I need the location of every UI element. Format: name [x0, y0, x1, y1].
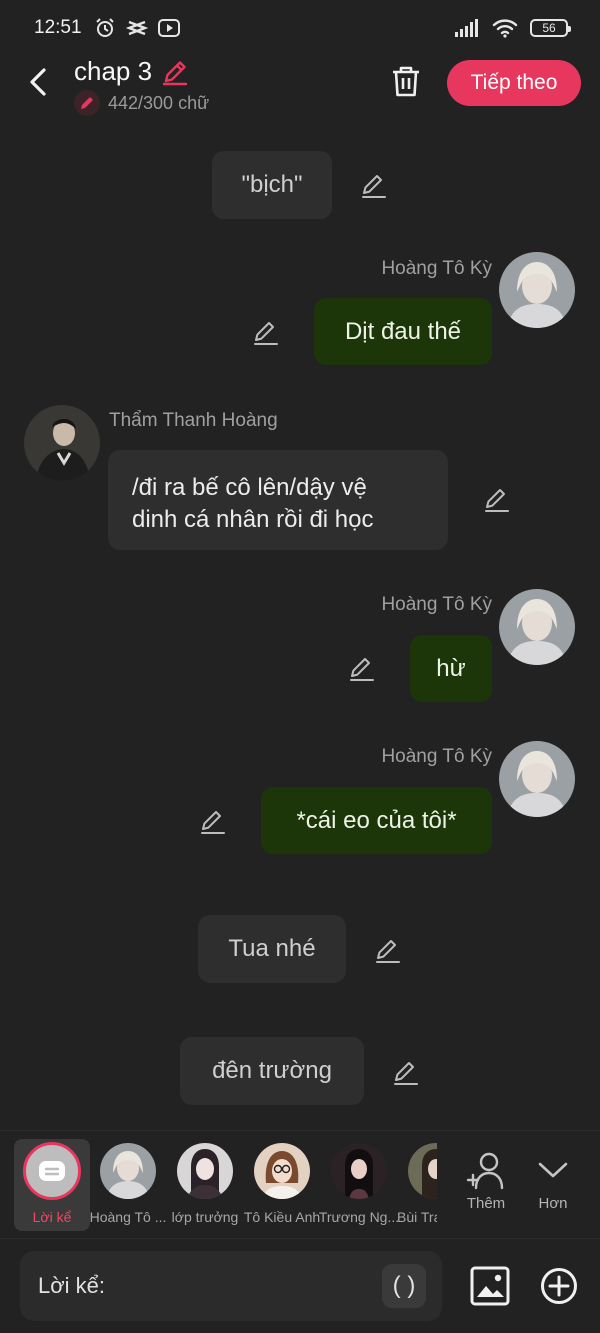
avatar[interactable] — [499, 252, 575, 328]
edit-icon[interactable] — [348, 654, 376, 682]
parentheses-button[interactable]: ( ) — [382, 1264, 426, 1308]
edit-icon[interactable] — [252, 318, 280, 346]
signal-icon — [455, 19, 478, 37]
narration-bubble[interactable]: Tua nhé — [198, 915, 346, 983]
character-item[interactable]: Trương Ng... — [319, 1139, 399, 1229]
avatar — [177, 1143, 233, 1199]
alarm-icon — [95, 18, 114, 37]
add-character-label: Thêm — [466, 1195, 506, 1212]
narrator-icon — [23, 1142, 81, 1200]
avatar — [331, 1143, 387, 1199]
trash-icon — [393, 66, 419, 97]
avatar — [100, 1143, 156, 1199]
image-icon[interactable] — [469, 1265, 511, 1307]
sender-name: Hoàng Tô Kỳ — [381, 594, 492, 615]
character-item[interactable]: Bùi Tra — [397, 1139, 437, 1229]
delete-button[interactable] — [386, 62, 426, 102]
character-item[interactable]: Tô Kiều Anh — [243, 1139, 321, 1229]
add-icon[interactable] — [539, 1266, 579, 1306]
more-label: Hơn — [538, 1195, 568, 1212]
input-bar: Lời kể: ( ) — [0, 1238, 600, 1333]
edit-icon[interactable] — [483, 485, 511, 513]
character-label: Bùi Tra — [397, 1209, 437, 1225]
edit-icon[interactable] — [199, 807, 227, 835]
wifi-icon — [492, 19, 518, 38]
message-bubble[interactable]: /đi ra bế cô lên/dậy vệ dinh cá nhân rồi… — [108, 450, 448, 550]
add-person-icon — [466, 1152, 504, 1190]
narration-bubble[interactable]: đên trường — [180, 1037, 364, 1105]
sender-name: Thẩm Thanh Hoàng — [109, 410, 278, 431]
message-bubble[interactable]: *cái eo của tôi* — [261, 787, 492, 854]
edit-icon[interactable] — [392, 1058, 420, 1086]
message-bubble[interactable]: Dịt đau thế — [314, 298, 492, 365]
avatar[interactable] — [499, 589, 575, 665]
pencil-icon — [74, 90, 100, 116]
status-bar: 12:51 56 — [0, 0, 600, 56]
next-button[interactable]: Tiếp theo — [447, 60, 581, 106]
avatar[interactable] — [24, 405, 100, 481]
avatar — [408, 1143, 437, 1199]
sender-name: Hoàng Tô Kỳ — [381, 746, 492, 767]
youtube-icon — [157, 19, 180, 37]
narration-bubble[interactable]: "bịch" — [212, 151, 332, 219]
title-row: chap 3 — [74, 56, 190, 87]
character-narrator[interactable]: Lời kể — [14, 1139, 90, 1231]
message-line: /đi ra bế cô lên/dậy vệ — [132, 474, 367, 501]
chevron-down-icon — [538, 1162, 568, 1178]
battery-level: 56 — [542, 21, 556, 35]
avatar — [254, 1143, 310, 1199]
narration-input[interactable]: Lời kể: ( ) — [20, 1251, 442, 1321]
add-character-button[interactable]: Thêm — [456, 1145, 516, 1212]
avatar[interactable] — [499, 741, 575, 817]
capcut-icon — [125, 20, 148, 36]
character-item[interactable]: Hoàng Tô ... — [89, 1139, 167, 1229]
character-selector: Lời kể Hoàng Tô ... lớp trưởng Tô Kiều A… — [0, 1130, 600, 1238]
edit-icon[interactable] — [360, 171, 388, 199]
message-bubble[interactable]: hừ — [410, 635, 492, 702]
sender-name: Hoàng Tô Kỳ — [381, 258, 492, 279]
status-system-icons: 56 — [454, 18, 571, 38]
message-line: dinh cá nhân rồi đi học — [132, 506, 374, 533]
character-item[interactable]: lớp trưởng — [166, 1139, 244, 1229]
chat-area: "bịch" Hoàng Tô Kỳ Dịt đau thế Thẩm Than… — [0, 120, 600, 1130]
status-notification-icons — [94, 17, 180, 39]
chapter-title: chap 3 — [74, 56, 153, 86]
battery-indicator: 56 — [530, 19, 571, 37]
editor-header: chap 3 442/300 chữ Tiếp theo — [0, 56, 600, 120]
edit-icon[interactable] — [374, 936, 402, 964]
edit-title-icon[interactable] — [160, 57, 190, 87]
character-label: Trương Ng... — [318, 1209, 400, 1225]
more-button[interactable]: Hơn — [523, 1145, 583, 1212]
word-count-row: 442/300 chữ — [74, 90, 209, 116]
character-label: Lời kể — [32, 1209, 72, 1225]
back-button[interactable] — [20, 62, 56, 102]
chevron-left-icon — [30, 68, 46, 96]
word-count: 442/300 chữ — [108, 92, 210, 113]
input-label: Lời kể: — [38, 1273, 106, 1298]
status-time: 12:51 — [34, 17, 82, 38]
